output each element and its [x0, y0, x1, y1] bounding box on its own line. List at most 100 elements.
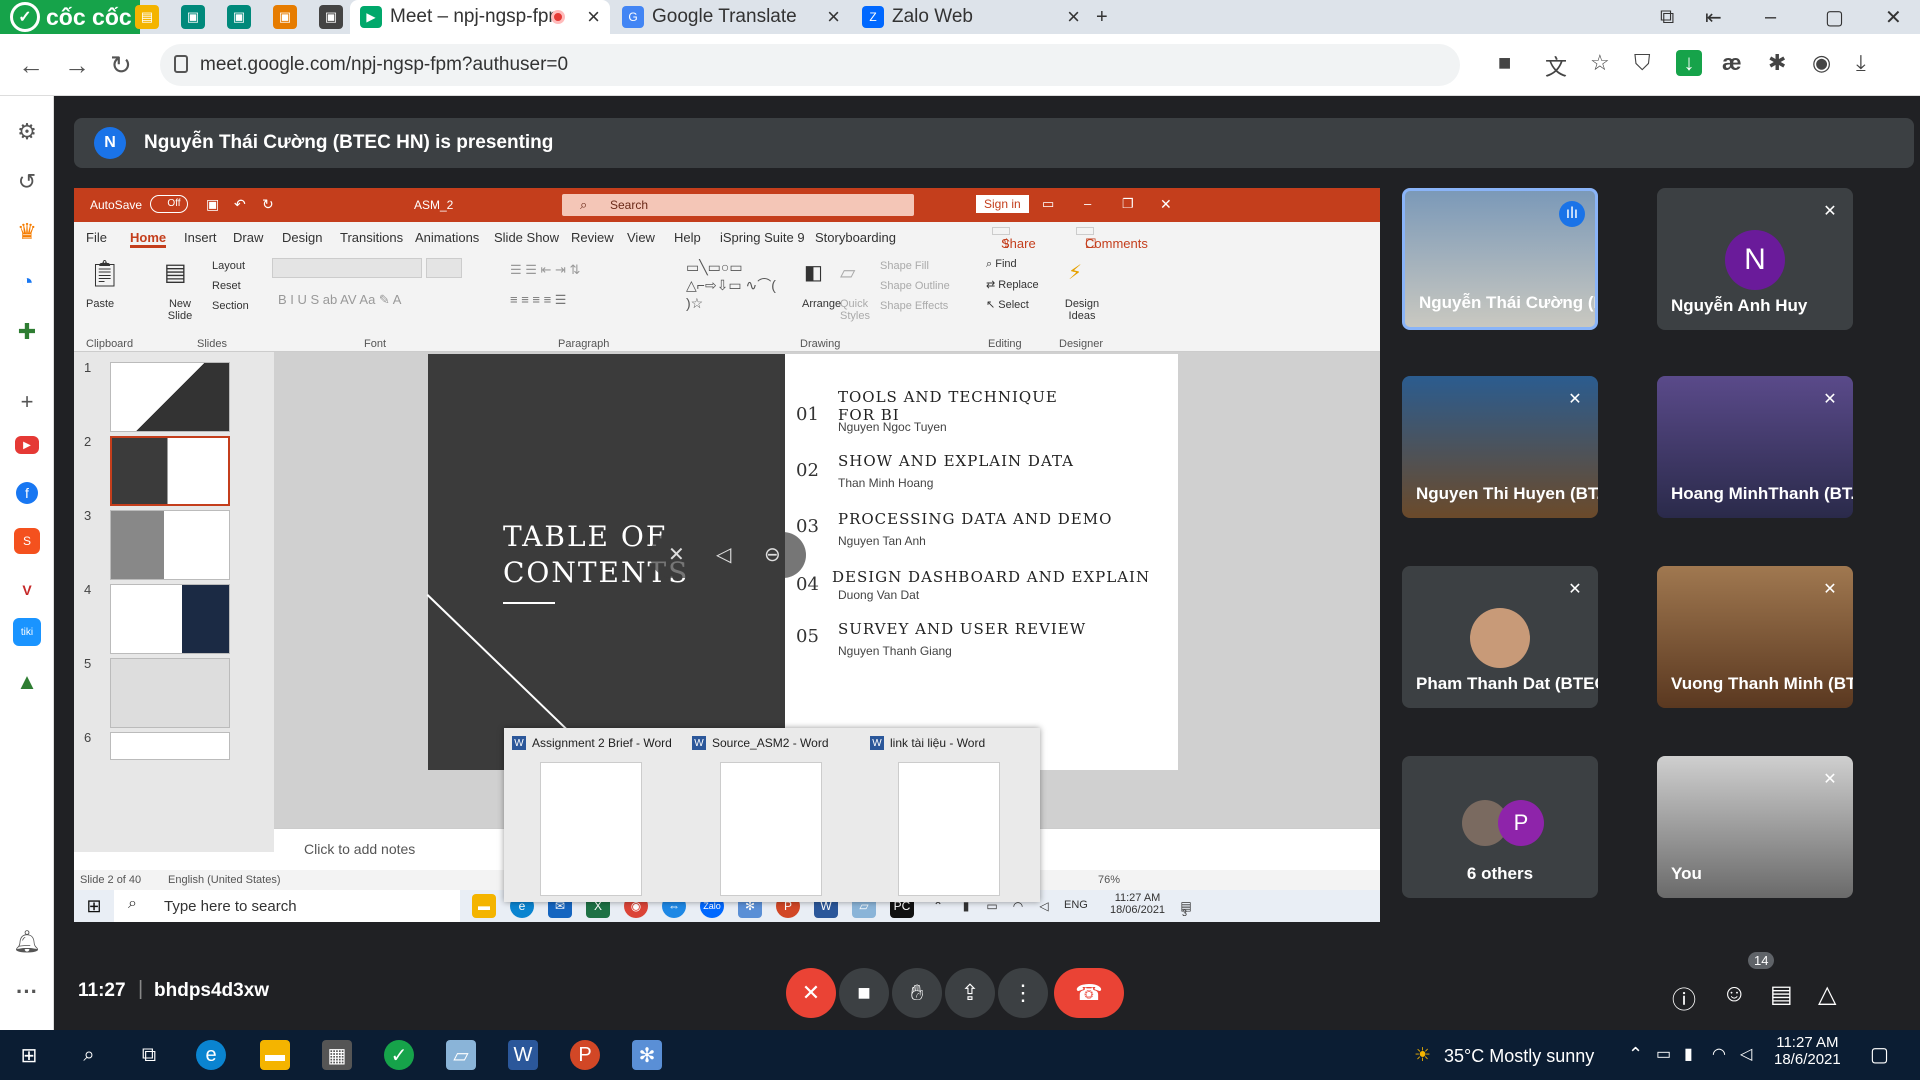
file-explorer-icon[interactable]: ▬ — [260, 1040, 290, 1070]
undo-icon[interactable]: ↶ — [234, 196, 246, 213]
volume-off-icon[interactable]: ◁ — [716, 542, 731, 567]
section-button[interactable]: Section — [212, 300, 249, 312]
new-tab-icon[interactable]: + — [1096, 0, 1108, 34]
ribbon-tab-design[interactable]: Design — [282, 230, 322, 245]
current-slide[interactable]: Table of contents ✕ ◁ ⊖ 01 Tools and tec… — [426, 354, 1178, 770]
more-options-button[interactable]: ⋮ — [998, 968, 1048, 1018]
ribbon-display-icon[interactable]: ▭ — [1042, 196, 1054, 212]
tab-google-translate[interactable]: G Google Translate × — [612, 0, 850, 34]
remote-lang[interactable]: ENG — [1064, 899, 1088, 911]
translate-icon[interactable]: 文 — [1545, 50, 1567, 82]
edge-icon[interactable]: e — [196, 1040, 226, 1070]
quick-styles-button[interactable]: Quick Styles — [840, 298, 876, 322]
list-icons[interactable]: ☰ ☰ ⇤ ⇥ ⇅ — [510, 262, 580, 278]
tab-meet[interactable]: ▶ Meet – npj-ngsp-fpm × — [350, 0, 610, 34]
participant-tile-6[interactable]: ✕ Vuong Thanh Minh (BT... — [1657, 566, 1853, 708]
weather-text[interactable]: 35°C Mostly sunny — [1444, 1046, 1594, 1067]
participant-tile-3[interactable]: ✕ Nguyen Thi Huyen (BT... — [1402, 376, 1598, 518]
participant-tile-5[interactable]: ✕ Pham Thanh Dat (BTEC ... — [1402, 566, 1598, 708]
participant-tile-1[interactable]: ılı Nguyễn Thái Cường (B... — [1402, 188, 1598, 330]
history-icon[interactable]: ↺ — [11, 166, 43, 198]
ribbon-tab-view[interactable]: View — [627, 230, 655, 245]
graduation-cap-icon[interactable]: ▲ — [11, 666, 43, 698]
vtv-icon[interactable]: V — [11, 574, 43, 606]
remote-search-box[interactable]: ⌕ Type here to search — [114, 890, 460, 922]
reload-icon[interactable]: ↻ — [110, 50, 132, 81]
select-button[interactable]: ↖ Select — [986, 298, 1029, 311]
tab-search-icon[interactable]: ⧉ — [1660, 0, 1674, 34]
new-slide-button[interactable]: New Slide — [162, 298, 198, 322]
ppt-restore-icon[interactable]: ❐ — [1122, 196, 1134, 212]
file-explorer-icon[interactable]: ▬ — [472, 894, 496, 918]
ppt-filename[interactable]: ASM_2 — [414, 198, 453, 212]
participant-tile-others[interactable]: P 6 others — [1402, 756, 1598, 898]
extension-ae-icon[interactable]: æ — [1722, 50, 1742, 76]
ribbon-tab-transitions[interactable]: Transitions — [340, 230, 403, 245]
profile-icon[interactable]: ◉ — [1812, 50, 1831, 76]
design-ideas-icon[interactable]: ⚡︎ — [1068, 260, 1082, 285]
ppt-signin-button[interactable]: Sign in — [976, 195, 1029, 213]
url-field[interactable]: meet.google.com/npj-ngsp-fpm?authuser=0 — [160, 44, 1460, 86]
ribbon-tab-storyboarding[interactable]: Storyboarding — [815, 230, 896, 245]
autosave-toggle[interactable]: Off — [150, 195, 188, 213]
close-tab-icon[interactable]: × — [827, 4, 840, 30]
action-center-icon[interactable]: ▢ — [1870, 1042, 1889, 1067]
more-dots-icon[interactable]: ··· — [11, 976, 43, 1008]
leave-call-button[interactable]: ☎︎ — [1054, 968, 1124, 1018]
store-icon[interactable]: ▦ — [322, 1040, 352, 1070]
slide-thumb-6[interactable] — [110, 732, 230, 760]
ppt-minimize-icon[interactable]: – — [1084, 196, 1091, 211]
slide-thumb-1[interactable] — [110, 362, 230, 432]
close-tab-icon[interactable]: × — [1067, 4, 1080, 30]
present-screen-button[interactable]: ⇪ — [945, 968, 995, 1018]
status-zoom[interactable]: 76% — [1098, 874, 1120, 886]
local-clock[interactable]: 11:27 AM 18/6/2021 — [1774, 1034, 1841, 1068]
slide-thumb-2-selected[interactable] — [110, 436, 230, 506]
pinned-tab-3-icon[interactable]: ▣ — [227, 5, 251, 29]
notification-bell-icon[interactable]: 🔔︎ — [11, 926, 43, 958]
popup-window-3[interactable]: Wlink tài liệu - Word — [862, 728, 1040, 902]
pinned-tab-2-icon[interactable]: ▣ — [181, 5, 205, 29]
coccoc-taskbar-icon[interactable]: ✓ — [384, 1040, 414, 1070]
participant-tile-you[interactable]: ✕ You — [1657, 756, 1853, 898]
ribbon-tab-animations[interactable]: Animations — [415, 230, 479, 245]
ribbon-tab-insert[interactable]: Insert — [184, 230, 217, 245]
snowflake-app-icon[interactable]: ✻ — [632, 1040, 662, 1070]
shape-fill-button[interactable]: Shape Fill — [880, 260, 929, 272]
wifi-icon[interactable]: ◠ — [1712, 1044, 1726, 1064]
arrange-icon[interactable]: ◧ — [804, 260, 823, 285]
paste-icon[interactable]: 📋︎ — [88, 258, 121, 289]
powerpoint-icon[interactable]: P — [570, 1040, 600, 1070]
maximize-icon[interactable]: ▢ — [1825, 0, 1844, 34]
reset-button[interactable]: Reset — [212, 280, 241, 292]
mic-icon[interactable]: ▮ — [1684, 1044, 1693, 1064]
ribbon-tab-file[interactable]: File — [86, 230, 107, 245]
close-tab-icon[interactable]: × — [587, 4, 600, 30]
ribbon-tab-ispring[interactable]: iSpring Suite 9 — [720, 230, 805, 245]
start-icon[interactable]: ⊞ — [14, 1040, 44, 1070]
participant-tile-4[interactable]: ✕ Hoang MinhThanh (BT... — [1657, 376, 1853, 518]
replace-button[interactable]: ⇄ Replace — [986, 278, 1039, 291]
bookmark-star-icon[interactable]: ☆ — [1590, 50, 1610, 76]
youtube-icon[interactable]: ▶ — [15, 436, 39, 454]
font-name-field[interactable] — [272, 258, 422, 278]
shield-icon[interactable]: ⛉ — [1634, 50, 1651, 76]
font-size-field[interactable] — [426, 258, 462, 278]
download-green-icon[interactable]: ↓ — [1676, 50, 1702, 76]
ppt-search-box[interactable]: ⌕ Search — [562, 194, 914, 216]
participant-tile-2[interactable]: ✕ N Nguyễn Anh Huy — [1657, 188, 1853, 330]
toggle-mic-button[interactable]: ✕ — [786, 968, 836, 1018]
slide-thumb-5[interactable] — [110, 658, 230, 728]
remote-start-icon[interactable]: ⊞ — [82, 894, 106, 918]
remote-clock[interactable]: 11:27 AM 18/06/2021 — [1110, 892, 1165, 916]
align-icons[interactable]: ≡ ≡ ≡ ≡ ☰ — [510, 292, 566, 308]
paste-button[interactable]: Paste — [86, 298, 114, 310]
ribbon-tab-draw[interactable]: Draw — [233, 230, 263, 245]
ribbon-tab-slideshow[interactable]: Slide Show — [494, 230, 559, 245]
status-language[interactable]: English (United States) — [168, 874, 281, 886]
minimize-icon[interactable]: – — [1765, 0, 1776, 34]
new-slide-icon[interactable]: ▤ — [164, 258, 187, 287]
slide-thumb-3[interactable] — [110, 510, 230, 580]
find-button[interactable]: ⌕ Find — [986, 258, 1017, 271]
battery-icon[interactable]: ▭ — [1656, 1044, 1671, 1064]
